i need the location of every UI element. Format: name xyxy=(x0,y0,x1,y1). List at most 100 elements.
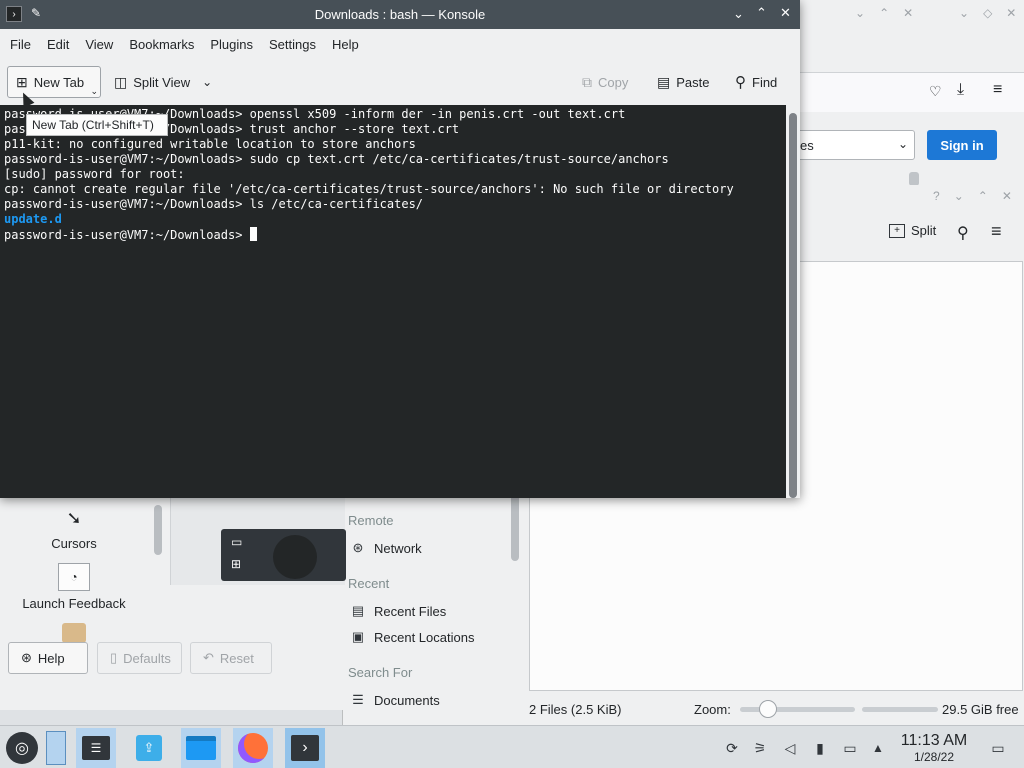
battery-icon[interactable]: ▮ xyxy=(810,738,830,758)
terminal-line: p11-kit: no configured writable location… xyxy=(4,137,416,151)
maximize-icon[interactable]: ⌃ xyxy=(756,5,767,21)
monitor-icon: ▭ xyxy=(231,535,243,549)
browser-window-controls-2: ⌄ ◇ ✕ xyxy=(959,6,1016,20)
settings-scrollbar[interactable] xyxy=(154,505,162,555)
places-item-recent-files[interactable]: ▤ Recent Files xyxy=(350,603,446,619)
split-label: Split xyxy=(911,223,937,238)
split-view-icon: ◫ xyxy=(114,73,128,90)
undo-icon: ↶ xyxy=(203,650,214,665)
firefox-icon xyxy=(238,733,268,763)
documents-icon: ☰ xyxy=(352,692,364,707)
places-item-documents[interactable]: ☰ Documents xyxy=(350,692,440,708)
reset-button[interactable]: ↶ Reset xyxy=(190,642,272,674)
places-item-network[interactable]: ⊛ Network xyxy=(350,540,422,556)
split-button[interactable]: + Split xyxy=(889,223,936,238)
browser-window: ⌄ ⌃ ✕ ⌄ ◇ ✕ ♡ ⤓ ≡ es ⌄ Sign in xyxy=(790,0,1024,190)
split-view-label: Split View xyxy=(133,74,191,90)
defaults-button[interactable]: ▯ Defaults xyxy=(97,642,182,674)
minimize-icon[interactable]: ⌄ xyxy=(733,6,744,22)
minimize-icon[interactable]: ⌄ xyxy=(959,6,969,20)
places-header-search: Search For xyxy=(348,665,413,680)
konsole-window: › ✎ Downloads : bash — Konsole ⌄ ⌃ ✕ Fil… xyxy=(0,0,800,498)
menu-file[interactable]: File xyxy=(4,37,38,52)
restore-icon[interactable]: ◇ xyxy=(983,6,992,20)
pocket-icon[interactable]: ♡ xyxy=(929,83,942,100)
help-label: Help xyxy=(37,650,65,666)
close-icon[interactable]: ✕ xyxy=(1002,189,1012,203)
task-dolphin[interactable] xyxy=(181,728,221,768)
chevron-down-icon: ⌄ xyxy=(202,75,213,89)
network-icon[interactable]: ⚞ xyxy=(750,738,770,758)
copy-button[interactable]: ⧉ Copy xyxy=(574,66,636,98)
show-desktop-icon[interactable]: ▭ xyxy=(988,738,1008,758)
sign-in-button[interactable]: Sign in xyxy=(927,130,997,160)
settings-item-cursors[interactable]: Cursors xyxy=(0,536,148,551)
close-icon[interactable]: ✕ xyxy=(1006,6,1016,20)
language-dropdown[interactable]: es ⌄ xyxy=(791,130,915,160)
places-item-recent-locations[interactable]: ▣ Recent Locations xyxy=(350,629,475,645)
settings-app-icon: ☰ xyxy=(82,736,110,760)
split-view-button[interactable]: ◫ Split View ⌄ xyxy=(106,66,224,98)
minimize-icon[interactable]: ⌄ xyxy=(855,6,865,20)
system-settings-window: ➘ Cursors ◔ Launch Feedback ▭ ⊞ ⊛ Help ▯… xyxy=(0,495,346,710)
terminal-line: password-is-user@VM7:~/Downloads> sudo c… xyxy=(4,152,669,166)
preview-circle xyxy=(273,535,317,579)
terminal-line: password-is-user@VM7:~/Downloads> ls /et… xyxy=(4,197,424,211)
konsole-titlebar[interactable]: › ✎ Downloads : bash — Konsole ⌄ ⌃ ✕ xyxy=(0,0,800,29)
terminal-dir-entry: update.d xyxy=(4,212,62,226)
download-icon[interactable]: ⤓ xyxy=(957,81,964,99)
update-icon[interactable]: ⟳ xyxy=(722,738,742,758)
menu-plugins[interactable]: Plugins xyxy=(204,37,260,52)
mute-icon[interactable]: ◁ xyxy=(780,738,800,758)
close-icon[interactable]: ✕ xyxy=(903,6,913,20)
menu-icon[interactable]: ≡ xyxy=(993,81,1002,99)
folder-icon: ▣ xyxy=(351,629,365,644)
menu-bookmarks[interactable]: Bookmarks xyxy=(123,37,201,52)
chevron-up-icon[interactable]: ▲ xyxy=(868,738,888,758)
menu-view[interactable]: View xyxy=(79,37,120,52)
task-discover[interactable]: ⇪ xyxy=(129,728,169,768)
clipboard-icon[interactable]: ▭ xyxy=(840,738,860,758)
store-app-icon: ⇪ xyxy=(136,735,162,761)
folder-app-icon xyxy=(186,736,216,760)
clock-date: 1/28/22 xyxy=(913,750,955,764)
help-icon[interactable]: ? xyxy=(933,189,940,203)
menu-edit[interactable]: Edit xyxy=(41,37,76,52)
search-icon[interactable]: ⚲ xyxy=(957,223,969,243)
menu-help[interactable]: Help xyxy=(326,37,366,52)
app-launcher[interactable]: ◎ xyxy=(2,728,42,768)
desktop-pager[interactable] xyxy=(44,728,68,768)
places-item-label: Recent Files xyxy=(374,603,447,619)
places-item-label: Network xyxy=(374,540,422,556)
task-system-settings[interactable]: ☰ xyxy=(76,728,116,768)
browser-scrollbar[interactable] xyxy=(909,172,919,186)
menu-settings[interactable]: Settings xyxy=(263,37,323,52)
terminal-prompt-line: password-is-user@VM7:~/Downloads> xyxy=(4,227,782,243)
pager-icon xyxy=(46,731,66,765)
maximize-icon[interactable]: ⌃ xyxy=(978,189,988,203)
grid-icon: ⊞ xyxy=(231,557,242,571)
terminal-output[interactable]: password-is-user@VM7:~/Downloads> openss… xyxy=(0,105,786,498)
menu-icon[interactable]: ≡ xyxy=(991,221,1002,242)
terminal-scrollbar-thumb[interactable] xyxy=(789,113,797,498)
reset-label: Reset xyxy=(219,650,254,666)
zoom-slider[interactable] xyxy=(740,700,855,718)
terminal-scrollbar[interactable] xyxy=(786,105,800,498)
konsole-app-icon[interactable]: › xyxy=(6,6,22,22)
maximize-icon[interactable]: ⌃ xyxy=(879,6,889,20)
minimize-icon[interactable]: ⌄ xyxy=(954,189,964,203)
help-button[interactable]: ⊛ Help xyxy=(8,642,88,674)
pin-icon[interactable]: ✎ xyxy=(31,6,41,20)
taskbar: ◎ ☰ ⇪ › ⟳ ⚞ ◁ ▮ ▭ ▲ 11:13 AM 1/28/22 ▭ xyxy=(0,725,1024,768)
close-icon[interactable]: ✕ xyxy=(780,5,791,21)
language-dropdown-value: es xyxy=(800,137,814,153)
menubar: File Edit View Bookmarks Plugins Setting… xyxy=(0,29,800,59)
paste-button[interactable]: ▤ Paste xyxy=(649,66,717,98)
find-button[interactable]: ⚲ Find xyxy=(727,66,785,98)
clock[interactable]: 11:13 AM 1/28/22 xyxy=(892,732,976,764)
toolbar: ⊞ New Tab ⌄ ◫ Split View ⌄ ⧉ Copy ▤ Past… xyxy=(0,59,800,105)
settings-item-launch-feedback[interactable]: Launch Feedback xyxy=(0,596,148,611)
chevron-down-icon: ⌄ xyxy=(897,137,908,151)
task-konsole[interactable]: › xyxy=(285,728,325,768)
task-firefox[interactable] xyxy=(233,728,273,768)
